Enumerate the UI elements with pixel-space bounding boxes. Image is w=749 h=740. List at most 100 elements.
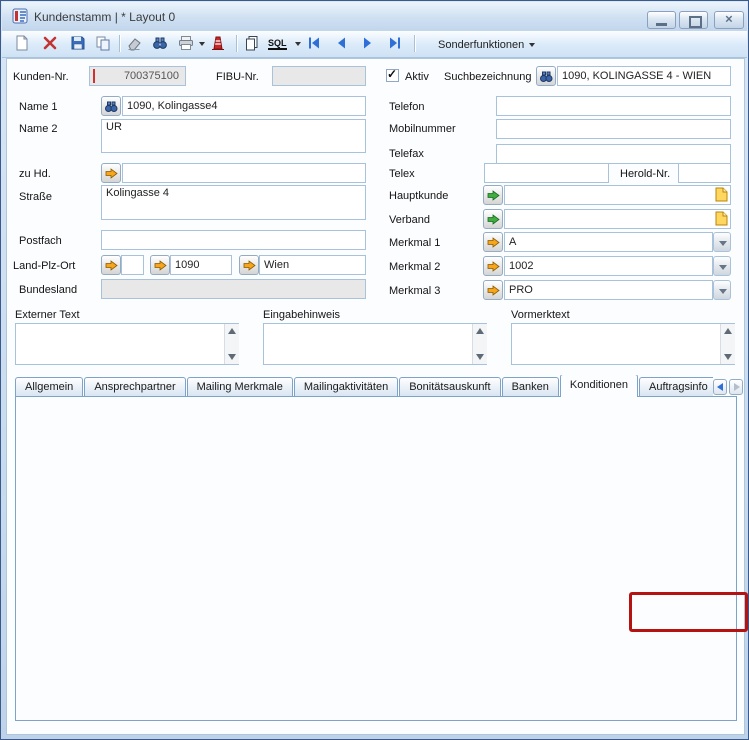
orange-arrow-icon — [105, 168, 118, 179]
scrollbar[interactable] — [720, 324, 735, 364]
strasse-field[interactable]: Kolingasse 4 — [101, 185, 366, 220]
hauptkunde-field[interactable] — [504, 185, 731, 205]
scroll-up-icon[interactable] — [476, 328, 484, 334]
tab-banken[interactable]: Banken — [502, 377, 559, 397]
telefax-field[interactable] — [496, 144, 731, 164]
orange-arrow-icon — [487, 261, 500, 272]
plz-field[interactable] — [170, 255, 232, 275]
eraser-icon[interactable] — [126, 35, 144, 53]
sql-dropdown-caret[interactable] — [295, 42, 301, 46]
kunden-nr-label: Kunden-Nr. — [13, 71, 69, 83]
suchbezeichnung-field[interactable] — [557, 66, 731, 86]
scroll-down-icon[interactable] — [476, 354, 484, 360]
strasse-label: Straße — [19, 191, 52, 203]
hauptkunde-jump-button[interactable] — [483, 185, 503, 205]
merkmal1-field[interactable] — [504, 232, 713, 252]
print-icon[interactable] — [178, 35, 196, 53]
name1-lookup-button[interactable] — [101, 96, 121, 116]
toolbar-separator — [119, 35, 121, 52]
nav-last-icon[interactable] — [387, 35, 405, 53]
merkmal2-dropdown-button[interactable] — [713, 256, 731, 276]
herold-nr-field[interactable] — [678, 163, 731, 183]
nav-next-icon[interactable] — [360, 35, 378, 53]
merkmal2-field[interactable] — [504, 256, 713, 276]
preview-icon[interactable] — [210, 35, 228, 53]
chevron-left-icon — [717, 383, 723, 391]
tab-allgemein[interactable]: Allgemein — [15, 377, 83, 397]
maximize-button[interactable] — [679, 11, 708, 29]
land-jump-button[interactable] — [101, 255, 121, 275]
aktiv-label: Aktiv — [405, 71, 429, 83]
copy-icon[interactable] — [95, 35, 113, 53]
scroll-down-icon[interactable] — [228, 354, 236, 360]
note-icon[interactable] — [715, 187, 728, 205]
telefon-field[interactable] — [496, 96, 731, 116]
ort-jump-button[interactable] — [239, 255, 259, 275]
tab-konditionen[interactable]: Konditionen — [560, 375, 638, 397]
titlebar[interactable]: Kundenstamm | * Layout 0 ✕ — [2, 2, 747, 31]
name2-field[interactable]: UR — [101, 119, 366, 153]
verband-jump-button[interactable] — [483, 209, 503, 229]
note-icon[interactable] — [715, 211, 728, 229]
tab-scroll-left-button[interactable] — [713, 379, 727, 395]
tab-bonitaetsauskunft[interactable]: Bonitätsauskunft — [399, 377, 500, 397]
sql-icon[interactable]: SQL — [268, 38, 287, 50]
tab-auftragsinfo[interactable]: Auftragsinfo — [639, 377, 713, 397]
eingabehinweis-field[interactable] — [263, 323, 487, 365]
tab-mailingaktivitaeten[interactable]: Mailingaktivitäten — [294, 377, 398, 397]
scroll-up-icon[interactable] — [724, 328, 732, 334]
zu-hd-jump-button[interactable] — [101, 163, 121, 183]
binoculars-icon — [539, 70, 553, 83]
minimize-button[interactable] — [647, 11, 676, 29]
hauptkunde-label: Hauptkunde — [389, 190, 448, 202]
main-toolbar: SQL Sonderfunktionen — [2, 31, 747, 58]
nav-prev-icon[interactable] — [333, 35, 351, 53]
mobilnummer-label: Mobilnummer — [389, 123, 456, 135]
tab-scroll-right-button[interactable] — [729, 379, 743, 395]
tab-ansprechpartner[interactable]: Ansprechpartner — [84, 377, 185, 397]
externer-text-field[interactable] — [15, 323, 239, 365]
scrollbar[interactable] — [224, 324, 239, 364]
ort-field[interactable] — [259, 255, 366, 275]
verband-label: Verband — [389, 214, 430, 226]
new-icon[interactable] — [14, 35, 32, 53]
merkmal3-jump-button[interactable] — [483, 280, 503, 300]
orange-arrow-icon — [487, 285, 500, 296]
verband-field[interactable] — [504, 209, 731, 229]
sonderfunktionen-caret[interactable] — [529, 43, 535, 47]
suchbezeichnung-label: Suchbezeichnung — [444, 71, 531, 83]
merkmal1-dropdown-button[interactable] — [713, 232, 731, 252]
zu-hd-field[interactable] — [122, 163, 366, 183]
scroll-up-icon[interactable] — [228, 328, 236, 334]
chevron-right-icon — [734, 383, 740, 391]
mobilnummer-field[interactable] — [496, 119, 731, 139]
merkmal2-jump-button[interactable] — [483, 256, 503, 276]
scroll-down-icon[interactable] — [724, 354, 732, 360]
app-icon — [12, 8, 29, 28]
merkmal1-jump-button[interactable] — [483, 232, 503, 252]
save-icon[interactable] — [70, 35, 88, 53]
scrollbar[interactable] — [472, 324, 487, 364]
postfach-field[interactable] — [101, 230, 366, 250]
aktiv-checkbox[interactable]: ✓ — [386, 69, 399, 82]
vormerktext-field[interactable] — [511, 323, 735, 365]
delete-icon[interactable] — [42, 35, 60, 53]
merkmal1-label: Merkmal 1 — [389, 237, 440, 249]
tab-mailing-merkmale[interactable]: Mailing Merkmale — [187, 377, 293, 397]
name2-label: Name 2 — [19, 123, 58, 135]
name1-field[interactable] — [122, 96, 366, 116]
merkmal3-field[interactable] — [504, 280, 713, 300]
search-icon[interactable] — [152, 35, 170, 53]
plz-jump-button[interactable] — [150, 255, 170, 275]
search-lookup-button[interactable] — [536, 66, 556, 86]
close-button[interactable]: ✕ — [714, 11, 744, 29]
print-dropdown-caret[interactable] — [199, 42, 205, 46]
kunden-nr-field — [89, 66, 186, 86]
sonderfunktionen-button[interactable]: Sonderfunktionen — [438, 39, 524, 51]
postfach-label: Postfach — [19, 235, 62, 247]
telex-field[interactable] — [484, 163, 609, 183]
copy-pages-icon[interactable] — [244, 35, 262, 53]
merkmal3-dropdown-button[interactable] — [713, 280, 731, 300]
nav-first-icon[interactable] — [306, 35, 324, 53]
land-field[interactable] — [121, 255, 144, 275]
